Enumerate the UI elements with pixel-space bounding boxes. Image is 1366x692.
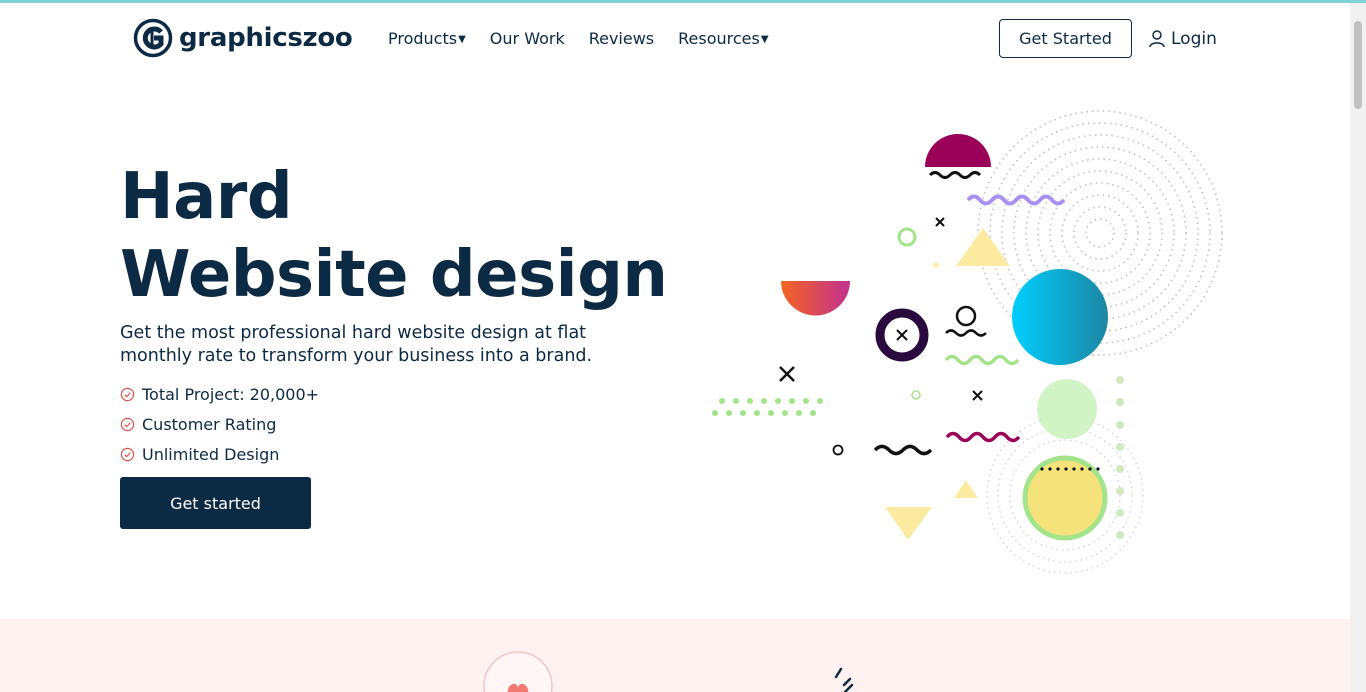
feature-item: Total Project: 20,000+ <box>120 379 319 409</box>
g-circle-logo-icon <box>133 18 173 58</box>
black-ring-shape <box>955 305 977 327</box>
feature-label: Total Project: 20,000+ <box>142 384 320 404</box>
nav-item-resources[interactable]: Resources▼ <box>678 29 768 48</box>
hero-illustration <box>712 110 1223 574</box>
main-menu: Products▼ Our Work Reviews Resources▼ <box>388 29 769 48</box>
feature-item: Unlimited Design <box>120 439 319 469</box>
hero-title-line-2: Website design <box>120 238 668 312</box>
login-link[interactable]: Login <box>1149 29 1217 49</box>
green-ring-shape <box>897 227 917 247</box>
heart-icon <box>483 651 553 692</box>
sparkle-icon <box>834 667 854 692</box>
gradient-half-circle-shape <box>781 281 850 316</box>
black-wave-shape <box>945 329 987 337</box>
feature-item: Customer Rating <box>120 409 319 439</box>
nav-item-products[interactable]: Products▼ <box>388 29 466 48</box>
caret-down-icon: ▼ <box>458 34 466 45</box>
green-dot-shape <box>933 262 939 268</box>
hero-subtitle: Get the most professional hard website d… <box>120 323 593 366</box>
feature-label: Unlimited Design <box>142 444 280 464</box>
stats-band <box>0 619 1350 692</box>
black-small-ring-shape <box>832 444 844 456</box>
brand-logo[interactable]: graphicszoo <box>133 18 353 58</box>
x-mark-shape <box>896 329 908 341</box>
black-wave-shape <box>873 444 933 456</box>
nav-item-our-work[interactable]: Our Work <box>490 29 565 48</box>
nav-item-reviews[interactable]: Reviews <box>589 29 654 48</box>
green-small-ring-shape <box>911 390 921 400</box>
magenta-wave-shape <box>945 431 1021 443</box>
get-started-nav-button[interactable]: Get Started <box>999 19 1132 58</box>
login-label: Login <box>1171 29 1217 49</box>
purple-wave-shape <box>966 194 1066 206</box>
check-circle-icon <box>120 447 135 461</box>
blue-gradient-circle-shape <box>1012 269 1108 365</box>
x-mark-shape <box>779 366 795 382</box>
page-scrollbar[interactable] <box>1350 3 1366 692</box>
feature-list: Total Project: 20,000+ Customer Rating U… <box>120 379 319 469</box>
x-mark-shape <box>972 390 983 401</box>
magenta-half-circle-shape <box>925 134 991 167</box>
scrollbar-thumb[interactable] <box>1354 21 1362 109</box>
green-dot-rows-shape <box>712 398 823 416</box>
x-mark-shape <box>935 217 945 227</box>
light-green-circle-shape <box>1037 379 1097 439</box>
check-circle-icon <box>120 417 135 431</box>
hero-title: Hard Website design <box>120 158 668 314</box>
small-yellow-triangle-shape <box>954 480 978 498</box>
feature-label: Customer Rating <box>142 414 277 434</box>
black-wave-shape <box>928 171 982 179</box>
brand-name: graphicszoo <box>179 23 353 53</box>
yellow-triangle-shape <box>956 228 1010 266</box>
user-icon <box>1149 30 1165 48</box>
yellow-down-triangle-shape <box>885 507 932 540</box>
caret-down-icon: ▼ <box>760 34 769 45</box>
top-navigation: graphicszoo Products▼ Our Work Reviews R… <box>0 3 1350 75</box>
hero-title-line-1: Hard <box>120 160 293 234</box>
green-wave-shape <box>944 354 1020 366</box>
get-started-hero-button[interactable]: Get started <box>120 477 311 529</box>
check-circle-icon <box>120 387 135 401</box>
